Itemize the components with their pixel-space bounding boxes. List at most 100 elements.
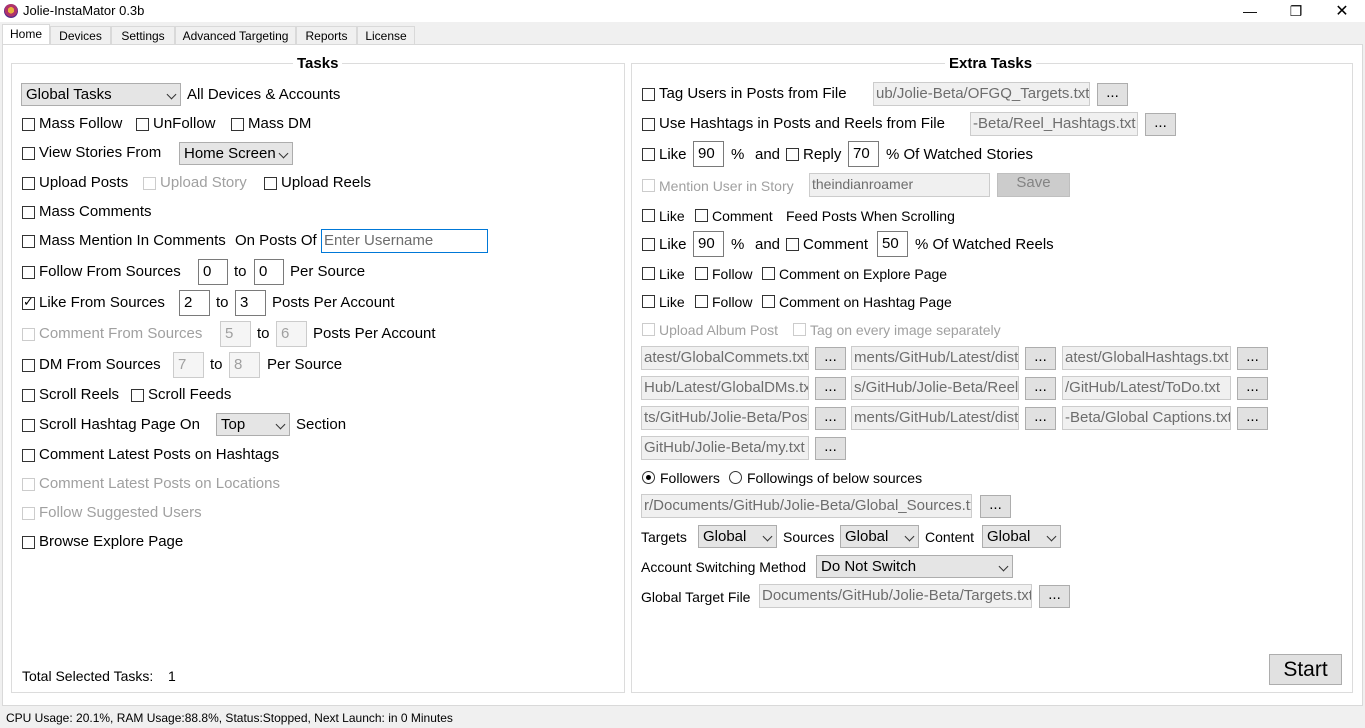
start-button[interactable]: Start	[1269, 654, 1342, 685]
browse-explore-label[interactable]: Browse Explore Page	[39, 533, 183, 551]
scroll-reels-checkbox[interactable]	[22, 389, 35, 402]
follow-from-stepper[interactable]: 0	[198, 259, 228, 285]
unfollow-label[interactable]: UnFollow	[153, 115, 216, 133]
comment-latest-hashtags-checkbox[interactable]	[22, 449, 35, 462]
global-comments-browse-button[interactable]: ...	[815, 347, 846, 370]
mass-follow-label[interactable]: Mass Follow	[39, 115, 122, 133]
tag-users-checkbox[interactable]	[642, 88, 655, 101]
dm-to-stepper[interactable]: 8	[229, 352, 260, 378]
view-stories-checkbox[interactable]	[22, 147, 35, 160]
post-browse-button[interactable]: ...	[815, 407, 846, 430]
feed-comment-checkbox[interactable]	[695, 209, 708, 222]
tag-users-browse-button[interactable]: ...	[1097, 83, 1128, 106]
follow-sources-checkbox[interactable]	[22, 266, 35, 279]
reel-comment-label[interactable]: Comment	[803, 236, 868, 254]
hashtags-file-field[interactable]: -Beta/Reel_Hashtags.txt	[970, 112, 1138, 136]
comment-explore-checkbox[interactable]	[762, 267, 775, 280]
dist-browse-button[interactable]: ...	[1025, 347, 1056, 370]
targets-combo[interactable]: Global	[698, 525, 777, 548]
reels-folder-field[interactable]: s/GitHub/Jolie-Beta/Reels	[851, 376, 1019, 400]
tab-devices[interactable]: Devices	[50, 26, 111, 45]
hashtags-browse-button[interactable]: ...	[1145, 113, 1176, 136]
todo-browse-button[interactable]: ...	[1237, 377, 1268, 400]
tab-advanced-targeting[interactable]: Advanced Targeting	[175, 26, 296, 45]
post-folder-field[interactable]: ts/GitHub/Jolie-Beta/Post	[641, 406, 809, 430]
global-hashtags-file-field[interactable]: atest/GlobalHashtags.txt	[1062, 346, 1231, 370]
switching-combo[interactable]: Do Not Switch	[816, 555, 1013, 578]
reel-like-checkbox[interactable]	[642, 238, 655, 251]
mass-dm-label[interactable]: Mass DM	[248, 115, 311, 133]
restore-icon[interactable]: ❐	[1273, 0, 1319, 22]
reel-like-pct-stepper[interactable]: 90	[693, 231, 724, 257]
use-hashtags-label[interactable]: Use Hashtags in Posts and Reels from Fil…	[659, 115, 945, 133]
hashtag-follow-checkbox[interactable]	[695, 295, 708, 308]
scroll-hashtag-checkbox[interactable]	[22, 419, 35, 432]
like-from-stepper[interactable]: 2	[179, 290, 210, 316]
comment-hashtag-checkbox[interactable]	[762, 295, 775, 308]
my-file-browse-button[interactable]: ...	[815, 437, 846, 460]
global-hashtags-browse-button[interactable]: ...	[1237, 347, 1268, 370]
explore-like-checkbox[interactable]	[642, 267, 655, 280]
upload-posts-checkbox[interactable]	[22, 177, 35, 190]
explore-like-label[interactable]: Like	[659, 265, 685, 283]
mass-mention-checkbox[interactable]	[22, 235, 35, 248]
global-target-browse-button[interactable]: ...	[1039, 585, 1070, 608]
dm-from-stepper[interactable]: 7	[173, 352, 204, 378]
upload-posts-label[interactable]: Upload Posts	[39, 174, 128, 192]
dist-2-file-field[interactable]: ments/GitHub/Latest/dist	[851, 406, 1019, 430]
tab-settings[interactable]: Settings	[111, 26, 175, 45]
like-sources-checkbox[interactable]	[22, 295, 35, 310]
tag-users-file-field[interactable]: ub/Jolie-Beta/OFGQ_Targets.txt	[873, 82, 1090, 106]
upload-reels-checkbox[interactable]	[264, 177, 277, 190]
explore-follow-checkbox[interactable]	[695, 267, 708, 280]
story-like-checkbox[interactable]	[642, 148, 655, 161]
tab-reports[interactable]: Reports	[296, 26, 357, 45]
follow-sources-label[interactable]: Follow From Sources	[39, 263, 181, 281]
scroll-reels-label[interactable]: Scroll Reels	[39, 386, 119, 404]
global-dms-browse-button[interactable]: ...	[815, 377, 846, 400]
follow-to-stepper[interactable]: 0	[254, 259, 284, 285]
story-like-pct-stepper[interactable]: 90	[693, 141, 724, 167]
comment-explore-label[interactable]: Comment on Explore Page	[779, 265, 947, 283]
tab-home[interactable]: Home	[2, 24, 50, 46]
global-tasks-combo[interactable]: Global Tasks	[21, 83, 181, 106]
dm-sources-label[interactable]: DM From Sources	[39, 356, 161, 374]
mass-follow-checkbox[interactable]	[22, 118, 35, 131]
tab-license[interactable]: License	[357, 26, 415, 45]
sources-browse-button[interactable]: ...	[980, 495, 1011, 518]
todo-file-field[interactable]: /GitHub/Latest/ToDo.txt	[1062, 376, 1231, 400]
story-reply-pct-stepper[interactable]: 70	[848, 141, 879, 167]
reel-like-label[interactable]: Like	[659, 236, 687, 254]
reel-comment-checkbox[interactable]	[786, 238, 799, 251]
browse-explore-checkbox[interactable]	[22, 536, 35, 549]
unfollow-checkbox[interactable]	[136, 118, 149, 131]
hashtag-section-combo[interactable]: Top	[216, 413, 290, 436]
like-sources-label[interactable]: Like From Sources	[39, 294, 165, 312]
dist-2-browse-button[interactable]: ...	[1025, 407, 1056, 430]
global-comments-file-field[interactable]: atest/GlobalCommets.txt	[641, 346, 809, 370]
dm-sources-checkbox[interactable]	[22, 359, 35, 372]
comment-hashtag-label[interactable]: Comment on Hashtag Page	[779, 293, 952, 311]
story-reply-label[interactable]: Reply	[803, 146, 841, 164]
mention-username-input[interactable]: Enter Username	[321, 229, 488, 253]
feed-like-label[interactable]: Like	[659, 207, 685, 225]
followings-label[interactable]: Followings of below sources	[747, 469, 922, 487]
hashtag-like-checkbox[interactable]	[642, 295, 655, 308]
my-file-field[interactable]: GitHub/Jolie-Beta/my.txt	[641, 436, 809, 460]
scroll-feeds-checkbox[interactable]	[131, 389, 144, 402]
reel-comment-pct-stepper[interactable]: 50	[877, 231, 908, 257]
global-dms-file-field[interactable]: Hub/Latest/GlobalDMs.txt	[641, 376, 809, 400]
upload-reels-label[interactable]: Upload Reels	[281, 174, 371, 192]
sources-file-field[interactable]: r/Documents/GitHub/Jolie-Beta/Global_Sou…	[641, 494, 972, 518]
hashtag-like-label[interactable]: Like	[659, 293, 685, 311]
use-hashtags-checkbox[interactable]	[642, 118, 655, 131]
scroll-feeds-label[interactable]: Scroll Feeds	[148, 386, 231, 404]
content-combo[interactable]: Global	[982, 525, 1061, 548]
story-like-label[interactable]: Like	[659, 146, 687, 164]
followings-radio[interactable]	[729, 471, 742, 484]
explore-follow-label[interactable]: Follow	[712, 265, 752, 283]
mass-mention-label[interactable]: Mass Mention In Comments	[39, 232, 226, 250]
reels-browse-button[interactable]: ...	[1025, 377, 1056, 400]
feed-like-checkbox[interactable]	[642, 209, 655, 222]
global-captions-file-field[interactable]: -Beta/Global Captions.txt	[1062, 406, 1231, 430]
